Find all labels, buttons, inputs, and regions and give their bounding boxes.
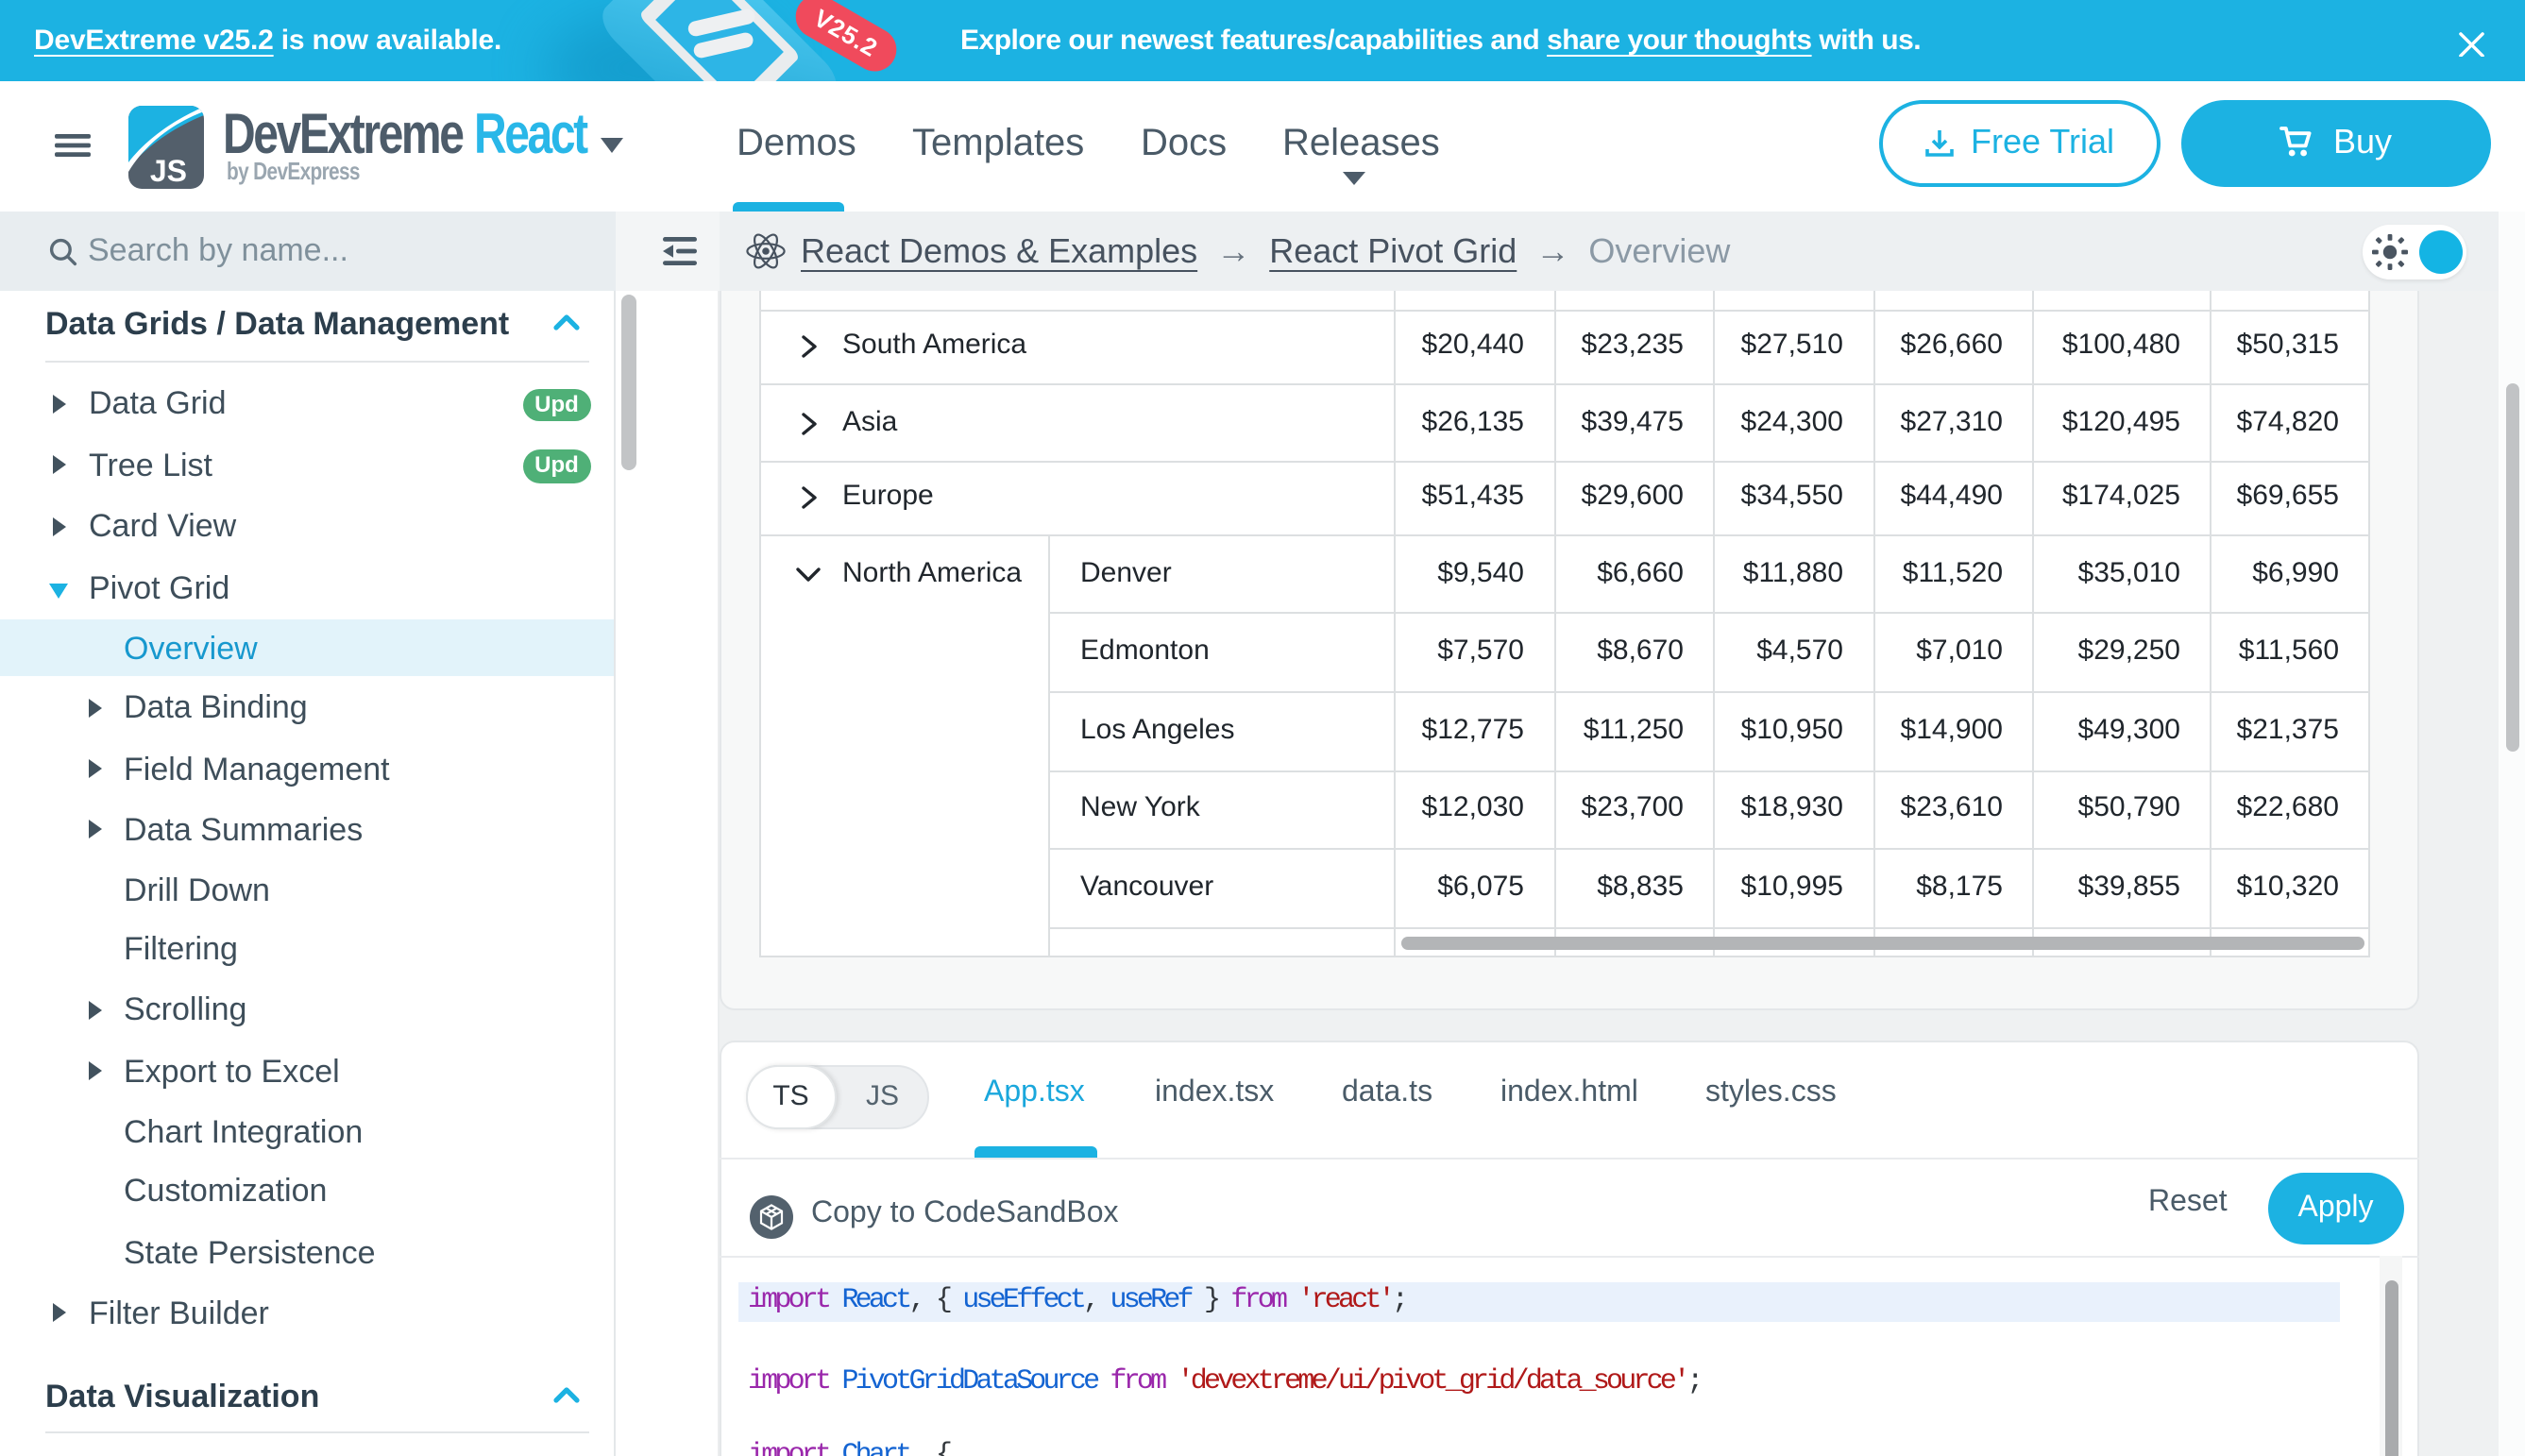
- svg-text:JS: JS: [150, 154, 187, 188]
